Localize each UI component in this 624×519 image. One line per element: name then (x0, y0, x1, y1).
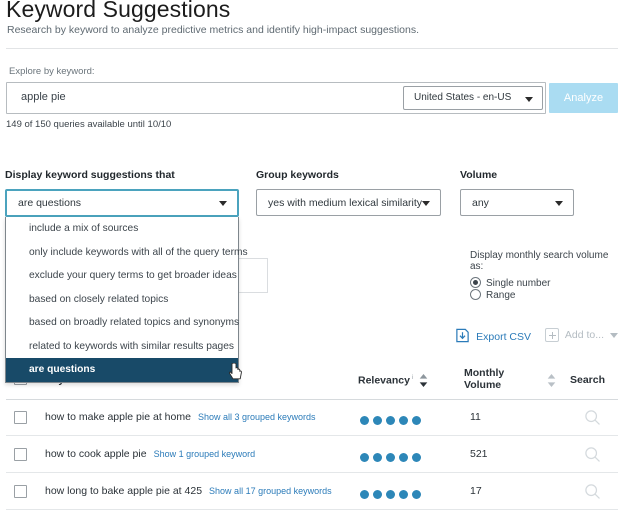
group-keywords-select[interactable]: yes with medium lexical similarity (256, 189, 441, 216)
row-monthly-volume: 521 (470, 448, 488, 460)
row-checkbox[interactable] (14, 485, 27, 498)
chevron-down-icon (525, 97, 533, 102)
analyze-button[interactable]: Analyze (549, 83, 618, 113)
display-suggestions-label: Display keyword suggestions that (5, 169, 175, 181)
relevancy-dot (360, 490, 369, 499)
plus-icon (544, 328, 559, 342)
row-monthly-volume: 17 (470, 485, 482, 497)
row-grouped-keywords-link[interactable]: Show all 17 grouped keywords (209, 486, 332, 496)
relevancy-dot (386, 453, 395, 462)
group-keywords-label: Group keywords (256, 169, 339, 181)
radio-single-number-label: Single number (486, 278, 551, 289)
sort-relevancy-button[interactable] (418, 373, 429, 388)
chevron-down-icon (555, 201, 563, 206)
relevancy-dot (360, 453, 369, 462)
row-keyword: how to cook apple pie Show 1 grouped keyw… (45, 448, 255, 460)
volume-display-radio-group: Single number Range (470, 277, 624, 301)
table-row[interactable]: how long to bake apple pie at 425 Show al… (6, 473, 618, 510)
table-row[interactable]: how to make apple pie at home Show all 3 … (6, 399, 618, 436)
keyword-input-value: apple pie (21, 91, 66, 103)
row-relevancy-dots (360, 486, 425, 504)
relevancy-dot (399, 416, 408, 425)
country-select-value: United States - en-US (414, 92, 512, 103)
row-checkbox[interactable] (14, 448, 27, 461)
export-csv-label: Export CSV (476, 331, 531, 343)
row-monthly-volume: 11 (470, 411, 481, 423)
row-grouped-keywords-link[interactable]: Show 1 grouped keyword (154, 449, 256, 459)
relevancy-dot (399, 453, 408, 462)
radio-range[interactable]: Range (470, 289, 515, 301)
row-keyword-text: how to make apple pie at home (45, 411, 191, 423)
download-icon (455, 328, 470, 346)
export-csv-button[interactable]: Export CSV (455, 328, 531, 346)
row-relevancy-dots (360, 449, 425, 467)
display-suggestions-value: are questions (18, 197, 82, 209)
results-table: Keyword Relevancyi Monthly Volume (0, 363, 624, 510)
relevancy-dot (373, 453, 382, 462)
display-suggestions-select[interactable]: are questions (5, 189, 239, 217)
dropdown-option[interactable]: include a mix of sources (6, 217, 238, 241)
relevancy-dot (386, 490, 395, 499)
relevancy-dot (360, 416, 369, 425)
add-to-button[interactable]: Add to... (544, 328, 618, 342)
chevron-down-icon (422, 201, 430, 206)
chevron-down-icon (219, 201, 227, 206)
explore-by-keyword-label: Explore by keyword: (9, 66, 95, 77)
row-search-button[interactable] (584, 409, 601, 431)
page-subtitle: Research by keyword to analyze predictiv… (7, 24, 420, 36)
row-keyword: how to make apple pie at home Show all 3 … (45, 411, 316, 423)
row-keyword-text: how long to bake apple pie at 425 (45, 485, 203, 497)
dropdown-option[interactable]: exclude your query terms to get broader … (6, 264, 238, 288)
radio-icon-selected (470, 277, 481, 288)
sort-monthly-volume-button[interactable] (546, 373, 557, 388)
dropdown-option[interactable]: only include keywords with all of the qu… (6, 241, 248, 265)
row-search-button[interactable] (584, 446, 601, 468)
column-header-monthly-line2: Volume (464, 379, 502, 391)
group-keywords-value: yes with medium lexical similarity (268, 197, 423, 209)
dropdown-option[interactable]: are questions (6, 358, 238, 382)
volume-display-label: Display monthly search volume as: (470, 250, 609, 272)
query-quota-text: 149 of 150 queries available until 10/10 (6, 119, 172, 130)
page-title: Keyword Suggestions (6, 0, 231, 22)
volume-select[interactable]: any (460, 189, 574, 216)
table-row[interactable]: how to cook apple pie Show 1 grouped keyw… (6, 436, 618, 473)
volume-select-value: any (472, 197, 489, 209)
relevancy-dot (373, 416, 382, 425)
row-grouped-keywords-link[interactable]: Show all 3 grouped keywords (198, 412, 316, 422)
info-icon[interactable]: i (412, 374, 413, 381)
relevancy-dot (399, 490, 408, 499)
dropdown-option[interactable]: related to keywords with similar results… (6, 335, 238, 359)
row-checkbox[interactable] (14, 411, 27, 424)
column-header-search: Search (570, 374, 606, 386)
column-header-relevancy[interactable]: Relevancy i (358, 374, 413, 387)
radio-single-number[interactable]: Single number (470, 277, 550, 289)
relevancy-dot (412, 453, 421, 462)
dropdown-option[interactable]: based on closely related topics (6, 288, 238, 312)
country-select[interactable]: United States - en-US (403, 86, 543, 110)
mouse-cursor-pointer (228, 362, 243, 381)
add-to-label: Add to... (564, 329, 604, 341)
volume-label: Volume (460, 169, 498, 181)
display-suggestions-dropdown[interactable]: include a mix of sources only include key… (5, 217, 248, 383)
row-keyword-text: how to cook apple pie (45, 448, 147, 460)
relevancy-dot (412, 490, 421, 499)
chevron-down-icon (610, 332, 618, 338)
radio-icon-unselected (470, 289, 481, 300)
dropdown-option[interactable]: based on broadly related topics and syno… (6, 311, 239, 335)
column-header-monthly-line1: Monthly (464, 367, 505, 379)
relevancy-dot (373, 490, 382, 499)
keyword-suggestions-page: Keyword Suggestions Research by keyword … (0, 0, 624, 519)
column-header-monthly-volume[interactable]: Monthly Volume (464, 367, 504, 391)
relevancy-dot (386, 416, 395, 425)
row-keyword: how long to bake apple pie at 425 Show al… (45, 485, 332, 497)
row-relevancy-dots (360, 412, 425, 430)
relevancy-dot (412, 416, 421, 425)
column-header-relevancy-label: Relevancy (358, 374, 410, 387)
header-divider (6, 48, 618, 49)
row-search-button[interactable] (584, 483, 601, 505)
radio-range-label: Range (486, 290, 516, 301)
